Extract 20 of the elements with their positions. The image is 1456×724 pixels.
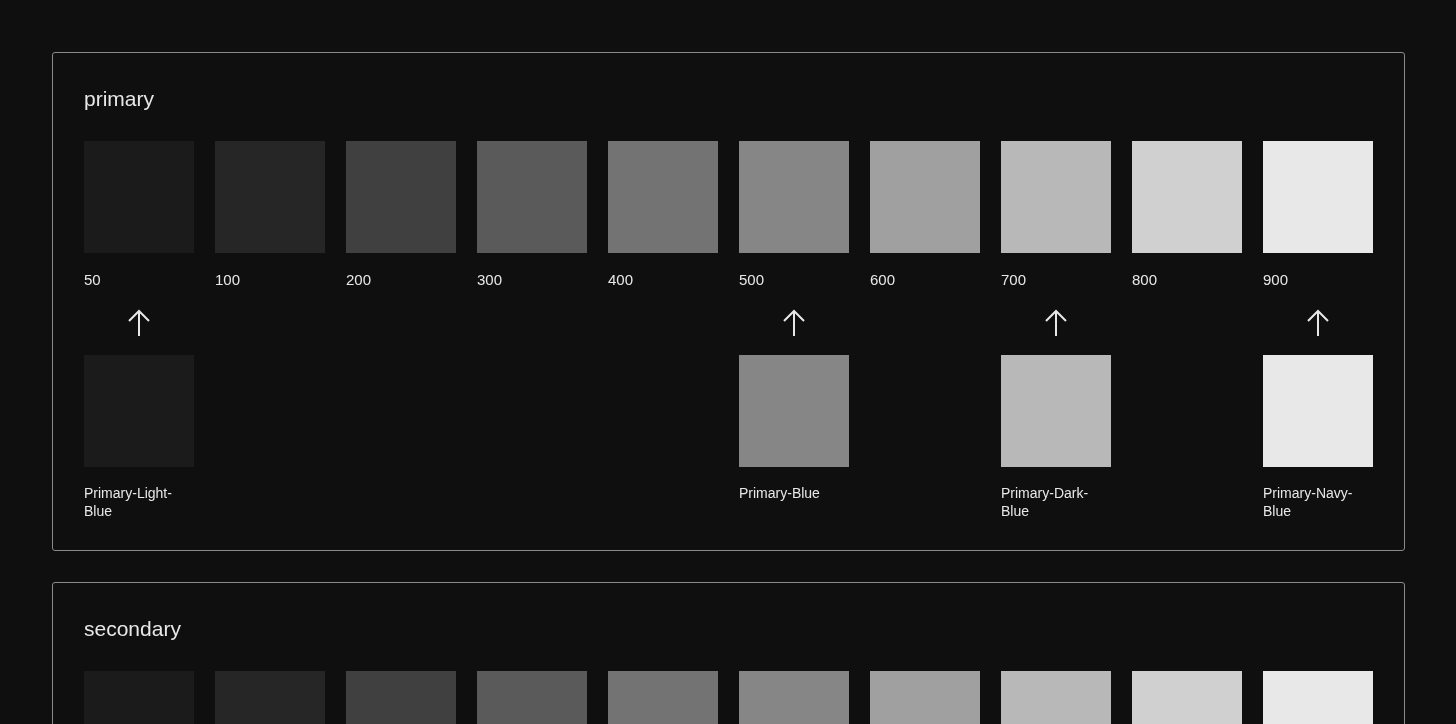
arrow-up-icon — [1306, 309, 1330, 337]
shade-label: 300 — [477, 271, 503, 289]
shade-label: 400 — [608, 271, 634, 289]
shade-label: 900 — [1263, 271, 1289, 289]
shade-label: 800 — [1132, 271, 1158, 289]
color-name: Primary-Light-Blue — [84, 484, 173, 520]
color-name: Primary-Navy-Blue — [1263, 484, 1354, 520]
shade-label: 50 — [84, 271, 101, 289]
shade-label: 200 — [346, 271, 372, 289]
shade-label: 100 — [215, 271, 241, 289]
arrow-up-icon — [782, 309, 806, 337]
shade-label: 600 — [870, 271, 896, 289]
color-name: Primary-Blue — [739, 484, 821, 502]
shade-label: 700 — [1001, 271, 1027, 289]
shade-label: 500 — [739, 271, 765, 289]
color-name: Primary-Dark-Blue — [1001, 484, 1090, 520]
palette-title: primary — [84, 86, 155, 112]
arrow-up-icon — [127, 309, 151, 337]
palette-title: secondary — [84, 616, 182, 642]
arrow-up-icon — [1044, 309, 1068, 337]
